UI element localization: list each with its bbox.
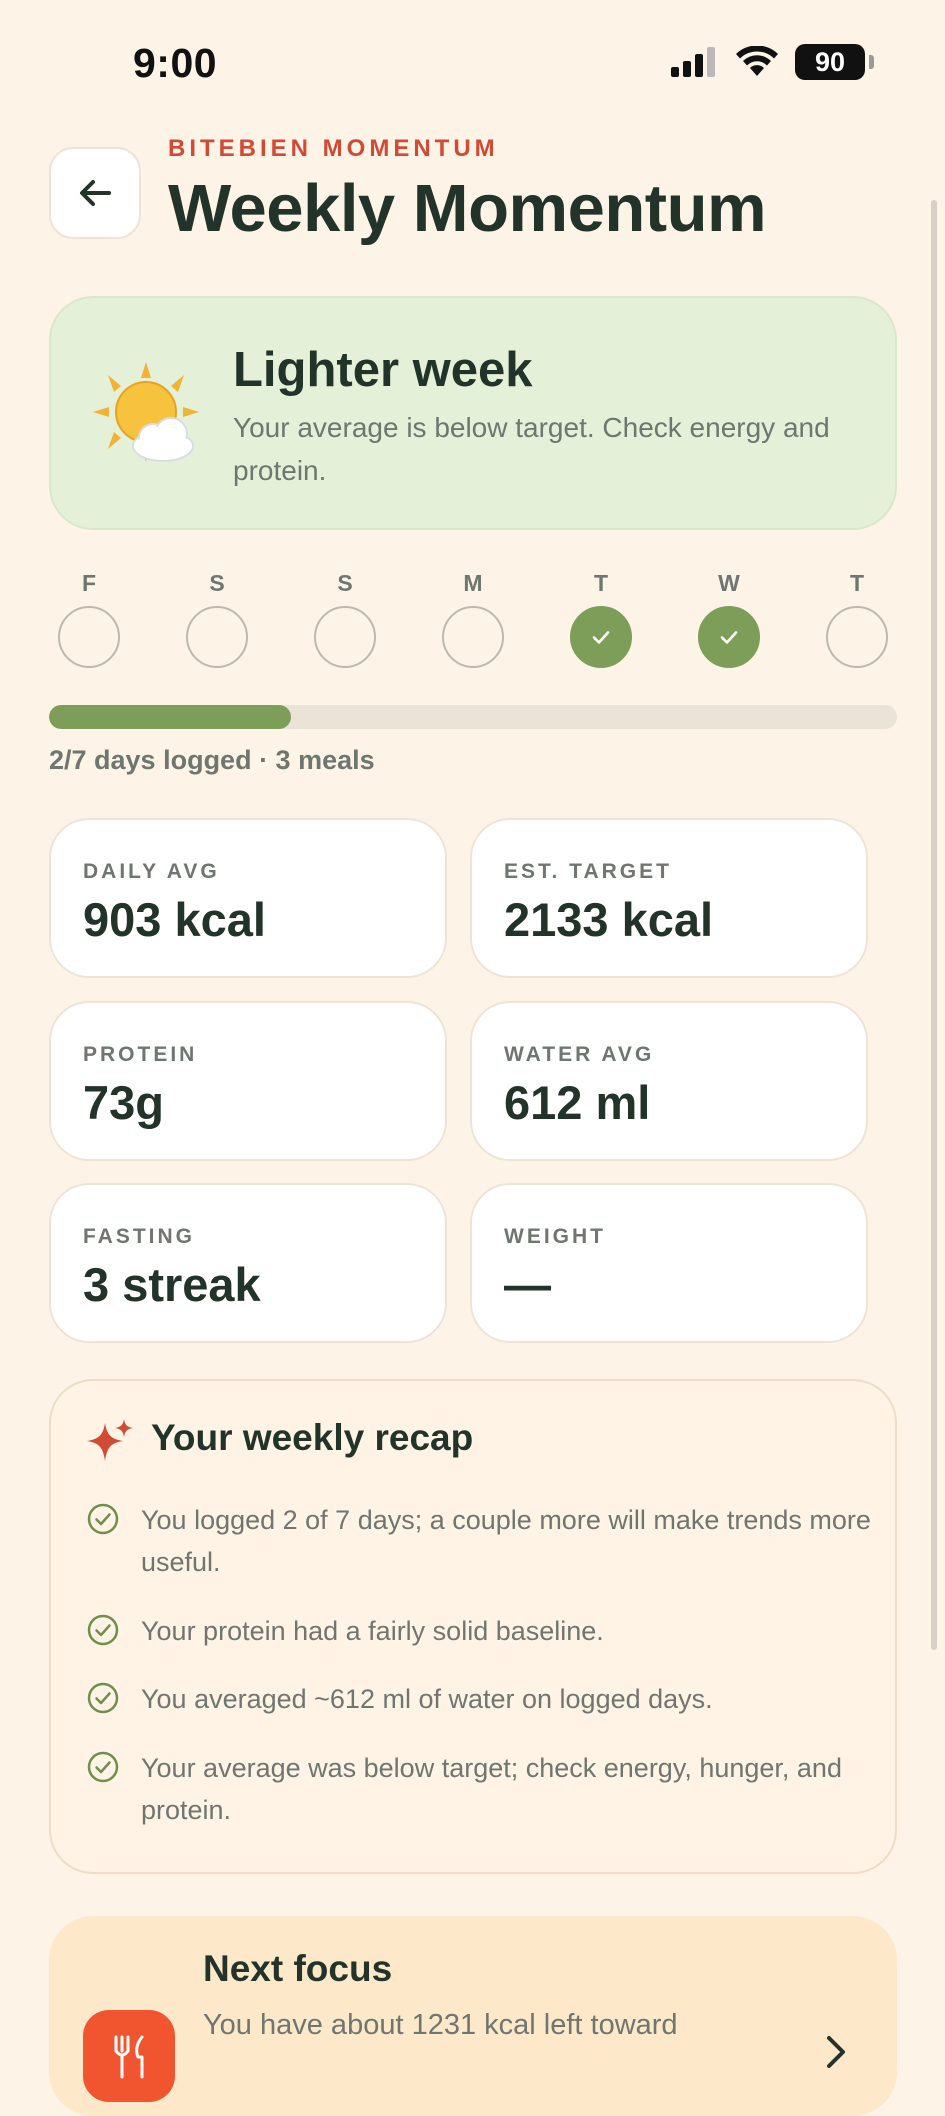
day-logged-indicator (570, 606, 632, 668)
arrow-left-icon (80, 180, 111, 206)
check-icon (720, 631, 738, 644)
recap-item: Your protein had a fairly solid baseline… (87, 1610, 877, 1652)
stat-value: 612 ml (504, 1076, 651, 1129)
battery-icon: 90 (795, 44, 874, 80)
stat-value: 2133 kcal (504, 893, 714, 946)
page-title: Weekly Momentum (168, 171, 767, 246)
recap-item: You logged 2 of 7 days; a couple more wi… (87, 1499, 877, 1583)
day-empty-indicator (442, 606, 504, 668)
back-button[interactable] (49, 147, 141, 239)
recap-item: Your average was below target; check ene… (87, 1747, 877, 1831)
day-column[interactable]: T (570, 566, 632, 668)
brand-eyebrow: BITEBIEN MOMENTUM (168, 135, 499, 162)
stat-label: EST. TARGET (504, 860, 672, 883)
scroll-indicator[interactable] (931, 200, 937, 1650)
stat-card-daily-avg[interactable]: DAILY AVG 903 kcal (49, 818, 447, 978)
week-status-title: Lighter week (233, 343, 533, 397)
utensils-glyph (114, 2035, 144, 2079)
day-letter: T (593, 570, 609, 596)
check-icon (592, 631, 610, 644)
day-empty-indicator (826, 606, 888, 668)
weekly-recap-card: Your weekly recap You logged 2 of 7 days… (49, 1379, 897, 1874)
check-circle-icon (87, 1751, 119, 1783)
week-status-card: Lighter week Your average is below targe… (49, 296, 897, 530)
stat-card-fasting[interactable]: FASTING 3 streak (49, 1183, 447, 1343)
stat-label: WATER AVG (504, 1043, 655, 1066)
stat-label: DAILY AVG (83, 860, 220, 883)
recap-item: You averaged ~612 ml of water on logged … (87, 1678, 877, 1720)
day-empty-indicator (58, 606, 120, 668)
stat-value: 73g (83, 1076, 164, 1129)
status-icons: 90 (671, 44, 874, 80)
week-day-tracker: FSSMTWT (49, 566, 897, 676)
status-time: 9:00 (133, 40, 218, 86)
next-focus-card[interactable]: Next focus You have about 1231 kcal left… (49, 1916, 897, 2116)
stat-label: WEIGHT (504, 1225, 606, 1248)
sun-behind-cloud-icon (93, 362, 199, 462)
check-circle-icon (87, 1682, 119, 1714)
days-logged-caption: 2/7 days logged · 3 meals (49, 745, 375, 775)
recap-item-text: Your protein had a fairly solid baseline… (141, 1616, 604, 1646)
day-letter: S (209, 570, 225, 596)
recap-item-text: Your average was below target; check ene… (141, 1753, 842, 1825)
battery-level: 90 (814, 46, 846, 77)
recap-item-text: You averaged ~612 ml of water on logged … (141, 1684, 713, 1714)
day-empty-indicator (314, 606, 376, 668)
day-logged-indicator (698, 606, 760, 668)
cellular-signal-icon (671, 47, 715, 77)
days-logged-progress-fill (49, 705, 292, 729)
stat-card-weight[interactable]: WEIGHT — (470, 1183, 868, 1343)
day-column[interactable]: M (442, 566, 504, 668)
day-column[interactable]: W (698, 566, 760, 668)
stat-value: 903 kcal (83, 893, 266, 946)
day-letter: M (463, 570, 483, 596)
day-column[interactable]: F (58, 566, 120, 668)
next-focus-title: Next focus (203, 1948, 393, 1989)
utensils-icon (83, 2010, 175, 2102)
check-circle-icon (87, 1614, 119, 1646)
days-logged-progress (49, 705, 897, 729)
week-status-description: Your average is below target. Check ener… (233, 412, 830, 486)
stat-card-protein[interactable]: PROTEIN 73g (49, 1001, 447, 1161)
weekly-recap-title: Your weekly recap (151, 1417, 474, 1458)
day-column[interactable]: T (826, 566, 888, 668)
sparkles-icon (87, 1419, 133, 1461)
recap-item-text: You logged 2 of 7 days; a couple more wi… (141, 1505, 871, 1577)
stat-label: FASTING (83, 1225, 196, 1248)
day-letter: S (337, 570, 353, 596)
status-bar: 9:00 90 (0, 0, 945, 126)
stat-label: PROTEIN (83, 1043, 198, 1066)
stat-card-water-avg[interactable]: WATER AVG 612 ml (470, 1001, 868, 1161)
day-empty-indicator (186, 606, 248, 668)
check-circle-icon (87, 1503, 119, 1535)
next-focus-text: You have about 1231 kcal left toward (203, 2009, 678, 2041)
day-letter: F (81, 570, 97, 596)
chevron-right-icon (827, 2036, 845, 2068)
stat-value: 3 streak (83, 1258, 261, 1311)
day-letter: T (849, 570, 865, 596)
day-column[interactable]: S (314, 566, 376, 668)
day-letter: W (718, 570, 740, 596)
stat-value: — (504, 1258, 551, 1311)
day-column[interactable]: S (186, 566, 248, 668)
stat-card-est-target[interactable]: EST. TARGET 2133 kcal (470, 818, 868, 978)
wifi-icon (736, 46, 778, 76)
